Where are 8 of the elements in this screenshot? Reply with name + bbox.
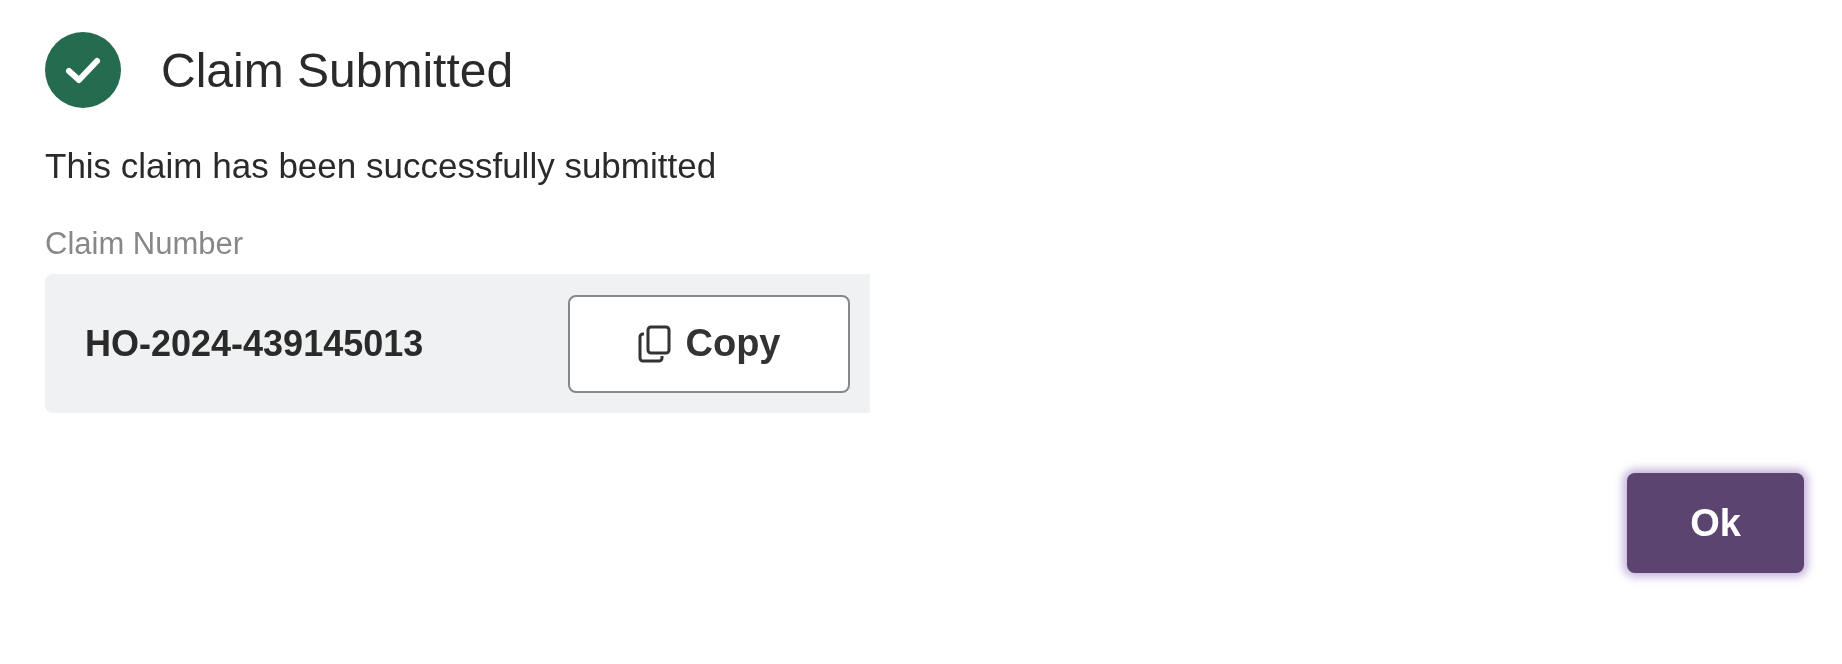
claim-number: HO-2024-439145013 [85,322,424,365]
check-icon [45,32,121,108]
copy-icon [637,324,672,363]
message: This claim has been successfully submitted [45,146,718,186]
ok-button[interactable]: Ok [1627,473,1804,573]
copy-button[interactable]: Copy [568,294,850,393]
field-label: Claim Number [45,226,245,262]
dialog-title: Claim Submitted [161,42,514,98]
